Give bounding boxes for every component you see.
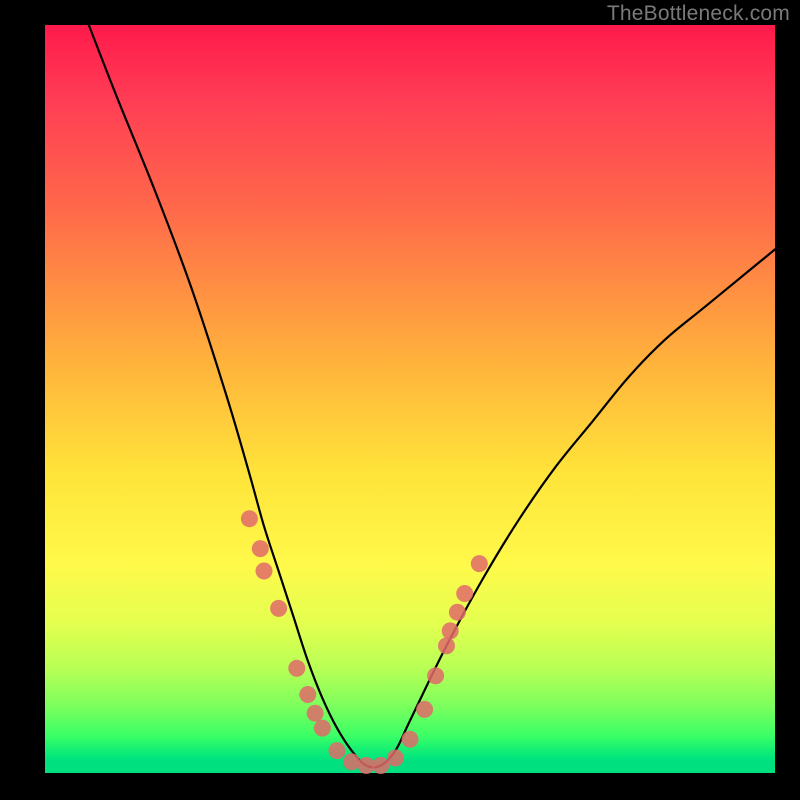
marker-dot bbox=[307, 705, 324, 722]
marker-dot bbox=[372, 757, 389, 774]
marker-dot bbox=[449, 604, 466, 621]
watermark-text: TheBottleneck.com bbox=[607, 2, 790, 26]
marker-dot bbox=[416, 701, 433, 718]
marker-dot bbox=[299, 686, 316, 703]
marker-dot bbox=[314, 720, 331, 737]
marker-dot bbox=[241, 510, 258, 527]
marker-dot bbox=[288, 660, 305, 677]
bottom-green-strip bbox=[45, 761, 775, 773]
marker-dot bbox=[387, 750, 404, 767]
marker-dot bbox=[256, 563, 273, 580]
marker-dot bbox=[427, 667, 444, 684]
plot-area bbox=[45, 25, 775, 773]
marker-dot bbox=[438, 637, 455, 654]
marker-dot bbox=[471, 555, 488, 572]
marker-dot bbox=[358, 757, 375, 774]
chart-svg bbox=[45, 25, 775, 773]
marker-dots bbox=[241, 510, 488, 774]
marker-dot bbox=[402, 731, 419, 748]
marker-dot bbox=[442, 622, 459, 639]
marker-dot bbox=[456, 585, 473, 602]
chart-frame: TheBottleneck.com bbox=[0, 0, 800, 800]
marker-dot bbox=[329, 742, 346, 759]
marker-dot bbox=[270, 600, 287, 617]
marker-dot bbox=[343, 753, 360, 770]
bottleneck-curve bbox=[89, 25, 775, 767]
marker-dot bbox=[252, 540, 269, 557]
